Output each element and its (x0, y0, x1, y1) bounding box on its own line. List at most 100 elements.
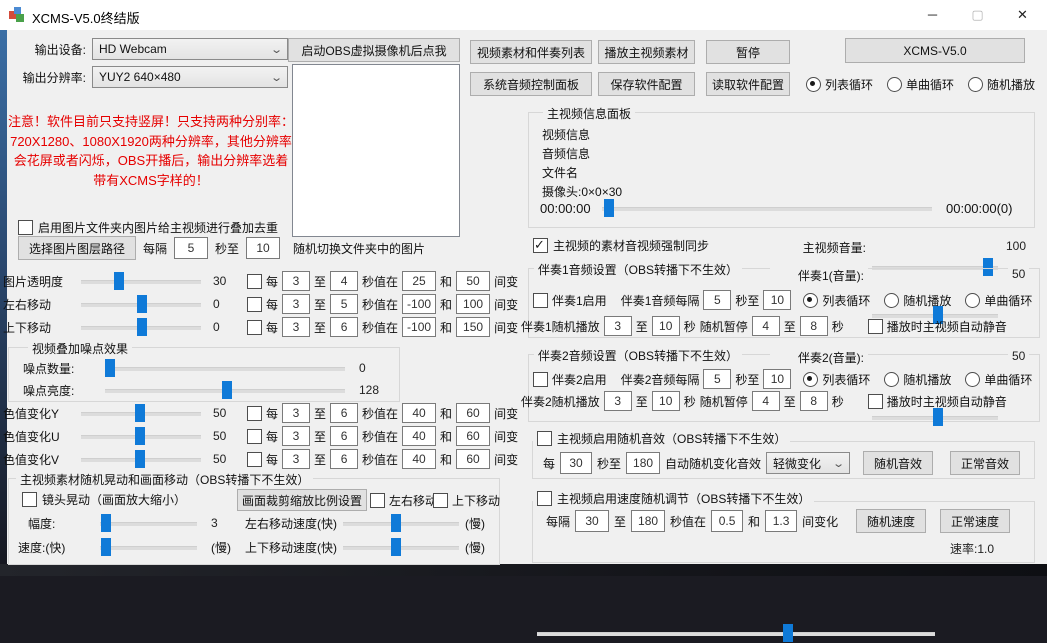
accomp1-from-input[interactable]: 5 (703, 290, 731, 310)
vary-checkbox[interactable] (247, 429, 262, 444)
amplitude-slider[interactable] (100, 513, 197, 533)
pause-button[interactable]: 暂停 (706, 40, 790, 64)
vary-max-input[interactable]: 60 (456, 426, 490, 446)
play-main-button[interactable]: 播放主视频素材 (598, 40, 695, 64)
lr-speed-slider[interactable] (343, 513, 459, 533)
vary-from-input[interactable]: 3 (282, 317, 310, 337)
minimize-button[interactable]: ─ (910, 0, 955, 29)
xcms-button[interactable]: XCMS-V5.0 (845, 38, 1025, 63)
vary-min-input[interactable]: 40 (402, 426, 436, 446)
ud-move-checkbox[interactable] (433, 493, 448, 508)
accomp2-to-input[interactable]: 10 (763, 369, 791, 389)
accomp2-mode-list-loop[interactable]: 列表循环 (803, 371, 870, 388)
output-resolution-select[interactable]: YUY2 640×480 ⌄ (92, 66, 288, 88)
accomp2-rto-input[interactable]: 10 (652, 391, 680, 411)
vary-max-input[interactable]: 50 (456, 271, 490, 291)
vary-max-input[interactable]: 60 (456, 449, 490, 469)
slider-thumb[interactable] (391, 538, 401, 556)
sync-checkbox[interactable] (533, 238, 548, 253)
vary-checkbox[interactable] (247, 297, 262, 312)
noise-count-slider[interactable] (105, 358, 345, 378)
radio-icon[interactable] (803, 372, 818, 387)
radio-icon[interactable] (968, 77, 983, 92)
load-config-button[interactable]: 读取软件配置 (706, 72, 790, 96)
interval-from-input[interactable]: 5 (174, 237, 208, 259)
speed-from-input[interactable]: 30 (575, 510, 609, 532)
vary-min-input[interactable]: -100 (402, 317, 436, 337)
slider-thumb[interactable] (783, 624, 793, 642)
close-button[interactable]: ✕ (1000, 0, 1045, 29)
vary-min-input[interactable]: -100 (402, 294, 436, 314)
vary-min-input[interactable]: 25 (402, 271, 436, 291)
slider-thumb[interactable] (114, 272, 124, 290)
vary-min-input[interactable]: 40 (402, 449, 436, 469)
speed-enable-checkbox[interactable] (537, 491, 552, 506)
accomp2-rfrom-input[interactable]: 3 (604, 391, 632, 411)
opacity-slider[interactable] (81, 271, 201, 291)
material-list-button[interactable]: 视频素材和伴奏列表 (470, 40, 592, 64)
accomp1-mute-checkbox[interactable] (868, 319, 883, 334)
vary-max-input[interactable]: 150 (456, 317, 490, 337)
accomp1-pto-input[interactable]: 8 (800, 316, 828, 336)
normal-speed-button[interactable]: 正常速度 (940, 509, 1010, 533)
accomp2-mute-checkbox[interactable] (868, 394, 883, 409)
crop-scale-button[interactable]: 画面裁剪缩放比例设置 (237, 489, 367, 511)
overlay-enable-row[interactable]: 启用图片文件夹内图片给主视频进行叠加去重 (18, 219, 278, 236)
vary-to-input[interactable]: 6 (330, 317, 358, 337)
accomp1-pfrom-input[interactable]: 4 (752, 316, 780, 336)
accomp2-pfrom-input[interactable]: 4 (752, 391, 780, 411)
accomp1-mode-random[interactable]: 随机播放 (884, 292, 951, 309)
vary-max-input[interactable]: 60 (456, 403, 490, 423)
random-sfx-button[interactable]: 随机音效 (863, 451, 933, 475)
vary-to-input[interactable]: 4 (330, 271, 358, 291)
speed-max-input[interactable]: 1.3 (765, 510, 797, 532)
vary-checkbox[interactable] (247, 274, 262, 289)
sfx-enable-row[interactable]: 主视频启用随机音效（OBS转播下不生效） (533, 430, 790, 447)
slider-thumb[interactable] (604, 199, 614, 217)
slider-thumb[interactable] (135, 427, 145, 445)
accomp2-mode-single-loop[interactable]: 单曲循环 (965, 371, 1032, 388)
save-config-button[interactable]: 保存软件配置 (598, 72, 695, 96)
vary-from-input[interactable]: 3 (282, 426, 310, 446)
vary-from-input[interactable]: 3 (282, 449, 310, 469)
radio-icon[interactable] (965, 293, 980, 308)
accomp2-mode-random[interactable]: 随机播放 (884, 371, 951, 388)
vary-from-input[interactable]: 3 (282, 403, 310, 423)
sys-audio-button[interactable]: 系统音频控制面板 (470, 72, 592, 96)
noise-brightness-slider[interactable] (105, 380, 345, 400)
vary-from-input[interactable]: 3 (282, 271, 310, 291)
speed-min-input[interactable]: 0.5 (711, 510, 743, 532)
lens-shake-checkbox[interactable] (22, 492, 37, 507)
vary-min-input[interactable]: 40 (402, 403, 436, 423)
shake-ud-row[interactable]: 上下移动 (433, 492, 500, 509)
shake-lr-row[interactable]: 左右移动 (370, 492, 437, 509)
maximize-button[interactable]: ▢ (955, 0, 1000, 29)
slider-thumb[interactable] (222, 381, 232, 399)
vary-to-input[interactable]: 6 (330, 449, 358, 469)
radio-icon[interactable] (806, 77, 821, 92)
vary-to-input[interactable]: 6 (330, 403, 358, 423)
slider-thumb[interactable] (391, 514, 401, 532)
accomp2-pto-input[interactable]: 8 (800, 391, 828, 411)
speed-to-input[interactable]: 180 (631, 510, 665, 532)
sync-row[interactable]: 主视频的素材音视频强制同步 (533, 237, 709, 254)
ud-speed-slider[interactable] (343, 537, 459, 557)
accomp1-mode-single-loop[interactable]: 单曲循环 (965, 292, 1032, 309)
speed-enable-row[interactable]: 主视频启用速度随机调节（OBS转播下不生效） (533, 490, 814, 507)
radio-icon[interactable] (965, 372, 980, 387)
slider-thumb[interactable] (135, 404, 145, 422)
accomp1-rto-input[interactable]: 10 (652, 316, 680, 336)
slider-thumb[interactable] (101, 514, 111, 532)
color-y-slider[interactable] (81, 403, 201, 423)
slider-thumb[interactable] (135, 450, 145, 468)
sfx-from-input[interactable]: 30 (560, 452, 592, 474)
accomp1-mode-list-loop[interactable]: 列表循环 (803, 292, 870, 309)
accomp1-enable-checkbox[interactable] (533, 293, 548, 308)
seek-slider[interactable] (602, 198, 932, 218)
lens-shake-row[interactable]: 镜头晃动（画面放大缩小） (22, 491, 186, 508)
log-listbox[interactable] (292, 64, 460, 237)
radio-icon[interactable] (884, 293, 899, 308)
vary-checkbox[interactable] (247, 320, 262, 335)
vary-max-input[interactable]: 100 (456, 294, 490, 314)
choose-layer-button[interactable]: 选择图片图层路径 (18, 236, 136, 260)
